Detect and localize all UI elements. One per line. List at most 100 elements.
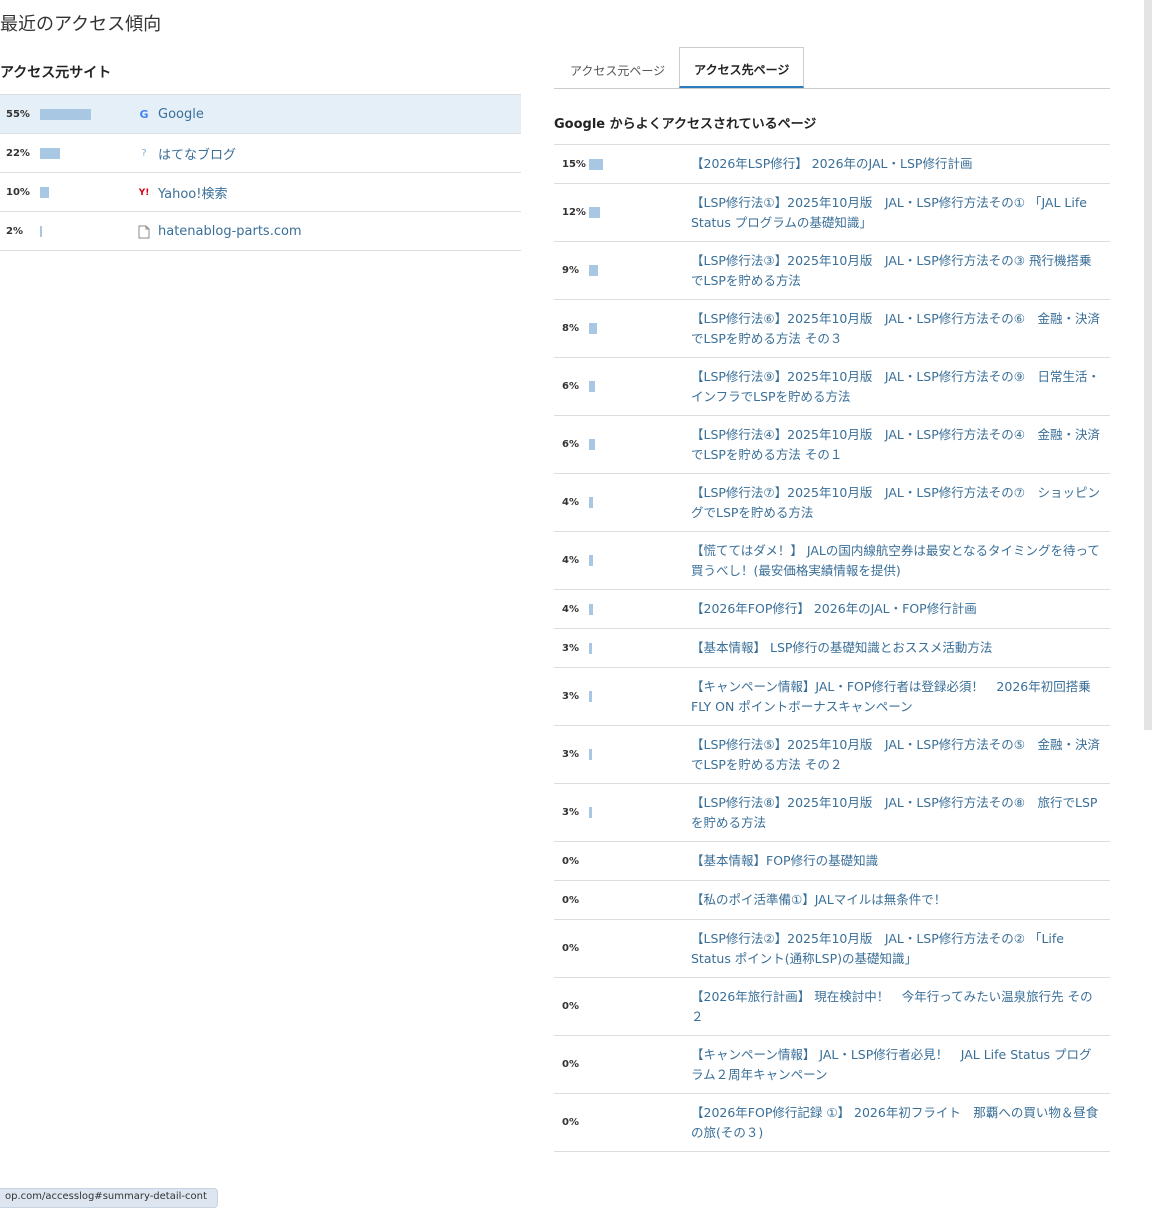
- page-percent: 0%: [562, 894, 579, 906]
- page-percent: 3%: [562, 691, 579, 702]
- source-link[interactable]: Yahoo!検索: [158, 183, 227, 202]
- page-percent: 6%: [562, 381, 579, 392]
- source-bar-track: [40, 225, 140, 237]
- source-link[interactable]: hatenablog-parts.com: [158, 224, 302, 239]
- page-link[interactable]: 【LSP修行法⑤】2025年10月版 JAL・LSP修行方法その⑤ 金融・決済で…: [691, 735, 1102, 775]
- page-link[interactable]: 【LSP修行法③】2025年10月版 JAL・LSP修行方法その③ 飛行機搭乗で…: [691, 251, 1102, 291]
- page-link[interactable]: 【LSP修行法④】2025年10月版 JAL・LSP修行方法その④ 金融・決済で…: [691, 425, 1102, 465]
- source-bar-track: [40, 147, 140, 159]
- page-bar: [589, 323, 597, 334]
- source-row[interactable]: 55% G Google: [0, 94, 521, 134]
- source-link[interactable]: はてなブログ: [158, 144, 236, 163]
- status-bar-url: op.com/accesslog#summary-detail-cont: [0, 1188, 218, 1208]
- page-bar-track: [589, 895, 689, 906]
- page-percent: 6%: [562, 439, 579, 450]
- page-row: 0% 【2026年FOP修行記録 ①】 2026年初フライト 那覇への買い物＆昼食…: [554, 1094, 1110, 1152]
- page-bar: [589, 807, 592, 818]
- page-percent: 4%: [562, 603, 579, 615]
- tab-source-pages[interactable]: アクセス元ページ: [556, 49, 679, 88]
- page-bar: [589, 555, 593, 566]
- page-link[interactable]: 【2026年旅行計画】 現在検討中！ 今年行ってみたい温泉旅行先 その２: [691, 987, 1102, 1027]
- page-row: 3% 【LSP修行法⑧】2025年10月版 JAL・LSP修行方法その⑧ 旅行でL…: [554, 784, 1110, 842]
- page-link[interactable]: 【2026年LSP修行】 2026年のJAL・LSP修行計画: [691, 154, 1102, 174]
- page-bar-track: [589, 439, 689, 450]
- page-link[interactable]: 【LSP修行法⑨】2025年10月版 JAL・LSP修行方法その⑨ 日常生活・イ…: [691, 367, 1102, 407]
- page-link[interactable]: 【キャンペーン情報】 JAL・LSP修行者必見！ JAL Life Status…: [691, 1045, 1102, 1085]
- page-link[interactable]: 【LSP修行法②】2025年10月版 JAL・LSP修行方法その② 「Life …: [691, 929, 1102, 969]
- source-bar: [40, 147, 61, 159]
- page-row: 6% 【LSP修行法⑨】2025年10月版 JAL・LSP修行方法その⑨ 日常生活…: [554, 358, 1110, 416]
- source-percent: 22%: [6, 147, 30, 159]
- page-percent: 4%: [562, 555, 579, 566]
- page-link[interactable]: 【基本情報】 LSP修行の基礎知識とおススメ活動方法: [691, 638, 1102, 658]
- page-row: 3% 【キャンペーン情報】JAL・FOP修行者は登録必須！ 2026年初回搭乗FL…: [554, 668, 1110, 726]
- page-row: 0% 【基本情報】FOP修行の基礎知識: [554, 842, 1110, 881]
- page-link[interactable]: 【慌ててはダメ！】 JALの国内線航空券は最安となるタイミングを待って買うべし！…: [691, 541, 1102, 581]
- page-percent: 3%: [562, 807, 579, 818]
- page-link[interactable]: 【LSP修行法⑥】2025年10月版 JAL・LSP修行方法その⑥ 金融・決済で…: [691, 309, 1102, 349]
- google-icon: G: [139, 108, 149, 121]
- source-row[interactable]: 22%? はてなブログ: [0, 134, 521, 173]
- source-bar: [40, 108, 92, 120]
- page-percent: 15%: [562, 158, 586, 170]
- page-row: 8% 【LSP修行法⑥】2025年10月版 JAL・LSP修行方法その⑥ 金融・決…: [554, 300, 1110, 358]
- page-percent: 8%: [562, 323, 579, 334]
- source-percent: 10%: [6, 186, 30, 198]
- page-percent: 0%: [562, 1117, 579, 1128]
- page-percent: 3%: [562, 749, 579, 760]
- page-percent: 0%: [562, 1001, 579, 1012]
- scrollbar[interactable]: [1144, 0, 1152, 730]
- page-row: 4% 【2026年FOP修行】 2026年のJAL・FOP修行計画: [554, 590, 1110, 629]
- tab-bar: アクセス元ページ アクセス先ページ: [554, 47, 1110, 89]
- source-bar: [40, 225, 42, 237]
- page-bar-track: [589, 856, 689, 867]
- page-bar: [589, 749, 592, 760]
- page-bar: [589, 265, 598, 276]
- page-percent: 12%: [562, 207, 586, 218]
- source-link[interactable]: Google: [158, 107, 204, 122]
- page-row: 9% 【LSP修行法③】2025年10月版 JAL・LSP修行方法その③ 飛行機搭…: [554, 242, 1110, 300]
- source-row[interactable]: 2% hatenablog-parts.com: [0, 212, 521, 251]
- page-title: 最近のアクセス傾向: [0, 14, 162, 35]
- page-row: 3% 【基本情報】 LSP修行の基礎知識とおススメ活動方法: [554, 629, 1110, 668]
- page-link[interactable]: 【キャンペーン情報】JAL・FOP修行者は登録必須！ 2026年初回搭乗FLY …: [691, 677, 1102, 717]
- page-bar-track: [589, 943, 689, 954]
- page-percent: 4%: [562, 497, 579, 508]
- page-link[interactable]: 【基本情報】FOP修行の基礎知識: [691, 851, 1102, 871]
- page-link[interactable]: 【LSP修行法①】2025年10月版 JAL・LSP修行方法その① 「JAL L…: [691, 193, 1102, 233]
- page-percent: 0%: [562, 1059, 579, 1070]
- document-icon: [137, 225, 151, 239]
- page-link[interactable]: 【2026年FOP修行記録 ①】 2026年初フライト 那覇への買い物＆昼食の旅…: [691, 1103, 1102, 1143]
- page-bar: [589, 642, 592, 654]
- page-bar-track: [589, 749, 689, 760]
- access-sources-panel: アクセス元サイト 55% G Google 22%? はてなブログ 10% Y! Yahoo!…: [0, 60, 521, 251]
- page-link[interactable]: 【LSP修行法⑧】2025年10月版 JAL・LSP修行方法その⑧ 旅行でLSP…: [691, 793, 1102, 833]
- page-bar: [589, 381, 595, 392]
- tab-destination-pages[interactable]: アクセス先ページ: [679, 47, 805, 88]
- pages-title: Google からよくアクセスされているページ: [554, 89, 1110, 145]
- source-percent: 55%: [6, 108, 30, 120]
- page-bar-track: [589, 323, 689, 334]
- page-row: 0% 【2026年旅行計画】 現在検討中！ 今年行ってみたい温泉旅行先 その２: [554, 978, 1110, 1036]
- page-percent: 9%: [562, 265, 579, 276]
- page-bar: [589, 158, 604, 170]
- page-bar-track: [589, 1059, 689, 1070]
- source-row[interactable]: 10% Y! Yahoo!検索: [0, 173, 521, 212]
- page-bar-track: [589, 497, 689, 508]
- page-row: 15% 【2026年LSP修行】 2026年のJAL・LSP修行計画: [554, 145, 1110, 184]
- page-row: 0% 【キャンペーン情報】 JAL・LSP修行者必見！ JAL Life Stat…: [554, 1036, 1110, 1094]
- page-link[interactable]: 【2026年FOP修行】 2026年のJAL・FOP修行計画: [691, 599, 1102, 619]
- page-bar: [589, 439, 595, 450]
- yahoo-icon: Y!: [138, 188, 150, 198]
- page-percent: 3%: [562, 642, 579, 654]
- source-bar-track: [40, 108, 140, 120]
- page-row: 12% 【LSP修行法①】2025年10月版 JAL・LSP修行方法その① 「JA…: [554, 184, 1110, 242]
- page-link[interactable]: 【私のポイ活準備①】JALマイルは無条件で！: [691, 890, 1102, 910]
- source-percent: 2%: [6, 225, 23, 237]
- page-bar-track: [589, 691, 689, 702]
- page-bar-track: [589, 555, 689, 566]
- page-row: 4% 【LSP修行法⑦】2025年10月版 JAL・LSP修行方法その⑦ ショッピ…: [554, 474, 1110, 532]
- page-percent: 0%: [562, 855, 579, 867]
- page-link[interactable]: 【LSP修行法⑦】2025年10月版 JAL・LSP修行方法その⑦ ショッピング…: [691, 483, 1102, 523]
- page-row: 4% 【慌ててはダメ！】 JALの国内線航空券は最安となるタイミングを待って買うべ…: [554, 532, 1110, 590]
